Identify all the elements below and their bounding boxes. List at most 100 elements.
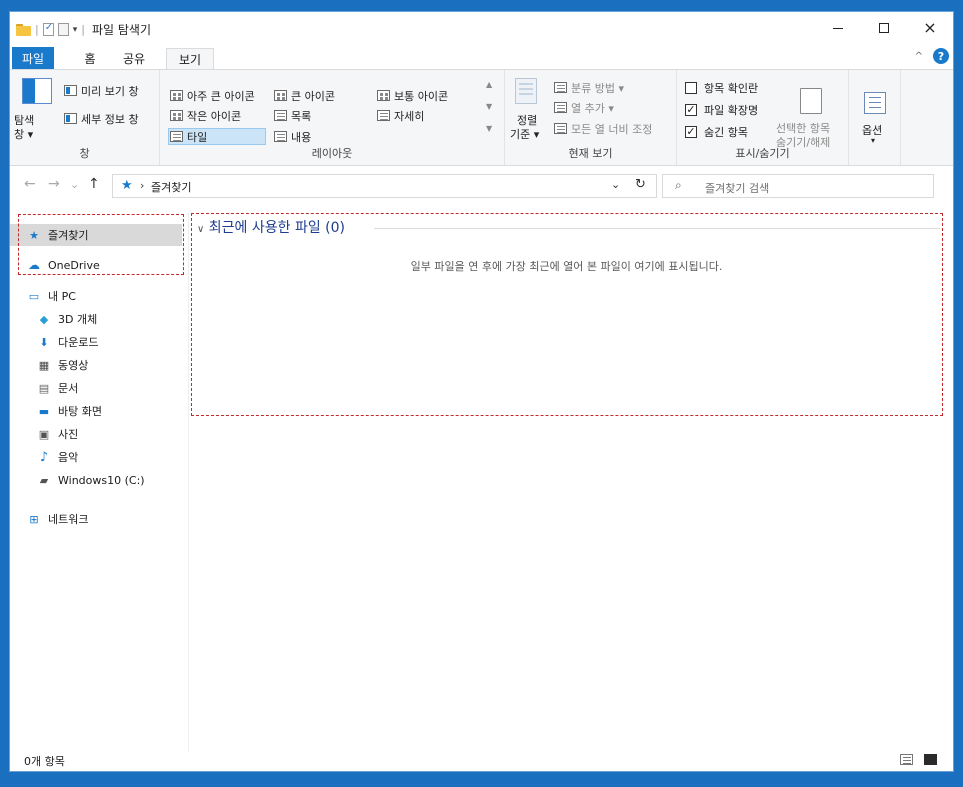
details-view-icon[interactable]: [900, 754, 913, 765]
gallery-up-icon[interactable]: ▲: [486, 80, 492, 89]
file-extensions-label[interactable]: 파일 확장명: [704, 102, 758, 118]
drive-icon: ▰: [39, 473, 49, 487]
tab-file[interactable]: 파일: [12, 47, 54, 69]
add-columns-button[interactable]: 열 추가 ▾: [571, 100, 614, 116]
nav-item-label: 문서: [58, 382, 79, 395]
music-note-icon: ♪: [39, 449, 49, 465]
medium-icons-icon: [377, 90, 390, 101]
search-input[interactable]: ⌕ 즐겨찾기 검색: [662, 174, 934, 198]
hide-selected-icon[interactable]: [800, 88, 822, 114]
recent-locations-button[interactable]: ⌄: [70, 178, 79, 191]
navigation-pane: ★ 즐겨찾기 ☁ OneDrive ▭ 내 PC ◆ 3D 개체 ⬇ 다운로드 …: [10, 212, 188, 752]
layout-content[interactable]: 내용: [291, 129, 311, 145]
gallery-down-icon[interactable]: ▼: [486, 102, 492, 111]
sort-by-icon[interactable]: [515, 78, 537, 104]
forward-button[interactable]: →: [48, 176, 60, 192]
qat-separator: |: [35, 23, 39, 36]
navigation-pane-label-2[interactable]: 창 ▾: [14, 126, 33, 142]
film-icon: ▦: [38, 358, 50, 372]
properties-icon[interactable]: [42, 22, 54, 36]
close-icon: ×: [923, 18, 937, 37]
layout-small-icons[interactable]: 작은 아이콘: [187, 108, 241, 124]
address-bar[interactable]: ★ › 즐겨찾기 ⌄ ↻: [112, 174, 657, 198]
search-placeholder: 즐겨찾기 검색: [705, 182, 770, 195]
preview-pane-button[interactable]: 미리 보기 창: [81, 83, 139, 99]
layout-extra-large-icons[interactable]: 아주 큰 아이콘: [187, 88, 255, 104]
layout-group-label: 레이아웃: [311, 147, 353, 160]
nav-item-drive-c[interactable]: ▰ Windows10 (C:): [10, 469, 182, 491]
file-extensions-checkbox[interactable]: ✓: [685, 104, 697, 116]
nav-item-label: 동영상: [58, 359, 89, 372]
nav-item-label: 사진: [58, 428, 79, 441]
item-checkboxes-label[interactable]: 항목 확인란: [704, 80, 758, 96]
gallery-more-icon[interactable]: ▼: [486, 124, 492, 133]
folder-icon: [16, 23, 31, 36]
show-hide-group: 표시/숨기기: [677, 70, 849, 165]
title-separator: |: [81, 23, 85, 36]
nav-item-label: 바탕 화면: [58, 405, 102, 418]
address-dropdown-icon[interactable]: ⌄: [611, 178, 620, 191]
new-folder-icon[interactable]: [57, 23, 69, 36]
document-icon: ▤: [38, 381, 50, 395]
layout-details[interactable]: 자세히: [394, 108, 424, 124]
nav-item-3d-objects[interactable]: ◆ 3D 개체: [10, 308, 182, 330]
layout-tiles[interactable]: 타일: [187, 129, 207, 145]
layout-medium-icons[interactable]: 보통 아이콘: [394, 88, 448, 104]
nav-item-this-pc[interactable]: ▭ 내 PC: [10, 285, 182, 307]
tab-view[interactable]: 보기: [166, 48, 214, 70]
details-pane-button[interactable]: 세부 정보 창: [81, 111, 139, 127]
hidden-items-checkbox[interactable]: ✓: [685, 126, 697, 138]
close-button[interactable]: ×: [907, 12, 953, 44]
nav-item-pictures[interactable]: ▣ 사진: [10, 423, 182, 445]
small-icons-icon: [170, 110, 183, 121]
list-icon: [274, 110, 287, 121]
title-bar: | ▾ | 파일 탐색기 ×: [10, 12, 953, 45]
help-icon[interactable]: ?: [933, 48, 949, 64]
pane-group: 탐색 창 ▾ 미리 보기 창 세부 정보 창 창: [10, 70, 160, 165]
large-icons-view-icon[interactable]: [924, 754, 937, 765]
up-button[interactable]: ↑: [88, 176, 100, 192]
hidden-items-label[interactable]: 숨긴 항목: [704, 124, 748, 140]
back-button[interactable]: ←: [24, 176, 36, 192]
nav-item-label: 음악: [58, 451, 79, 464]
nav-item-documents[interactable]: ▤ 문서: [10, 377, 182, 399]
details-pane-icon: [64, 113, 77, 124]
pane-divider[interactable]: [188, 212, 189, 752]
nav-item-downloads[interactable]: ⬇ 다운로드: [10, 331, 182, 353]
breadcrumb-favorites[interactable]: 즐겨찾기: [151, 179, 191, 195]
navigation-pane-icon[interactable]: [22, 78, 52, 104]
nav-item-label: 다운로드: [58, 336, 99, 349]
nav-item-music[interactable]: ♪ 음악: [10, 446, 182, 468]
file-explorer-window: | ▾ | 파일 탐색기 × 파일 홈 공유 보기 ^ ? 탐색 창 ▾: [9, 11, 954, 772]
collapse-ribbon-icon[interactable]: ^: [915, 51, 923, 62]
layout-large-icons[interactable]: 큰 아이콘: [291, 88, 335, 104]
extra-large-icons-icon: [170, 90, 183, 101]
layout-gallery-scroll[interactable]: ▲ ▼ ▼: [486, 78, 496, 144]
breadcrumb-separator-icon[interactable]: ›: [140, 179, 144, 192]
nav-item-network[interactable]: ⊞ 네트워크: [10, 508, 182, 530]
item-checkboxes-checkbox[interactable]: [685, 82, 697, 94]
tab-home[interactable]: 홈: [75, 48, 105, 69]
sort-by-label-2[interactable]: 기준 ▾: [510, 126, 539, 142]
pane-group-label: 창: [79, 147, 90, 160]
group-by-icon: [554, 82, 567, 93]
options-caret-icon[interactable]: ▾: [871, 136, 875, 145]
refresh-icon[interactable]: ↻: [635, 177, 646, 192]
group-by-button[interactable]: 분류 방법 ▾: [571, 80, 624, 96]
options-icon[interactable]: [864, 92, 886, 114]
size-all-columns-button[interactable]: 모든 열 너비 조정: [571, 121, 652, 137]
minimize-button[interactable]: [815, 12, 861, 44]
tab-share[interactable]: 공유: [114, 48, 154, 69]
hide-selected-label-2[interactable]: 숨기기/해제: [776, 134, 830, 150]
ribbon: 탐색 창 ▾ 미리 보기 창 세부 정보 창 창 레이아웃 아주 큰 아이콘 큰…: [10, 69, 953, 166]
layout-list[interactable]: 목록: [291, 108, 311, 124]
minimize-icon: [833, 27, 843, 29]
picture-icon: ▣: [38, 427, 50, 441]
customize-qat-icon[interactable]: ▾: [73, 25, 78, 35]
maximize-button[interactable]: [861, 12, 907, 44]
download-arrow-icon: ⬇: [39, 335, 49, 349]
nav-item-desktop[interactable]: ▬ 바탕 화면: [10, 400, 182, 422]
desktop-icon: ▬: [38, 404, 50, 418]
address-row: ← → ⌄ ↑ ★ › 즐겨찾기 ⌄ ↻ ⌕ 즐겨찾기 검색: [10, 170, 953, 204]
nav-item-videos[interactable]: ▦ 동영상: [10, 354, 182, 376]
